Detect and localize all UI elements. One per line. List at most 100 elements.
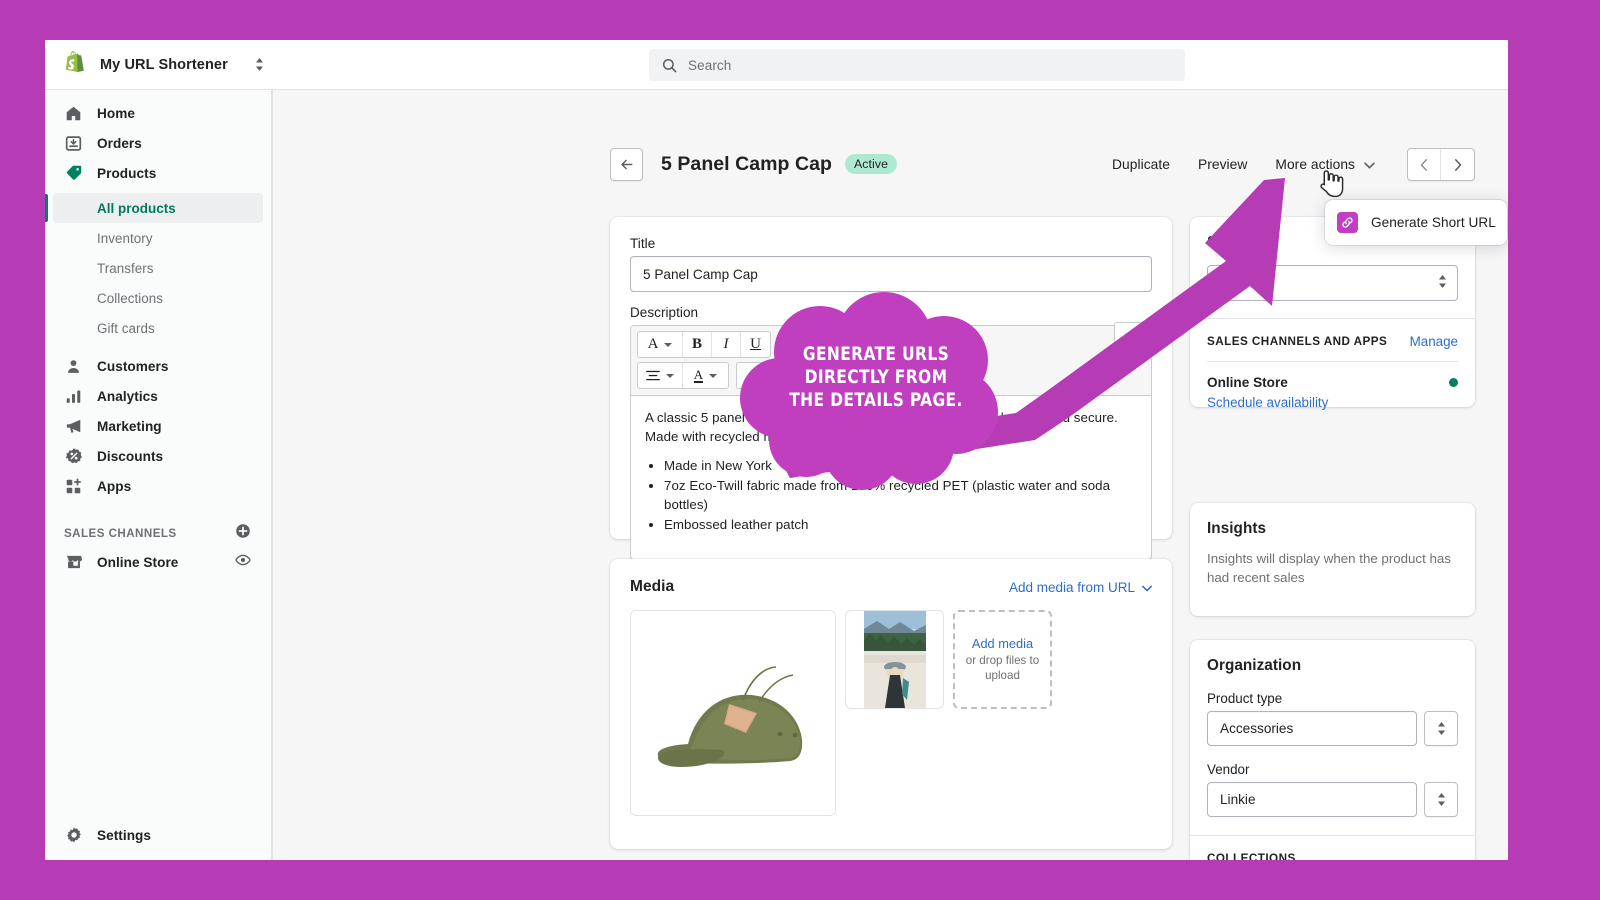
gear-icon xyxy=(64,826,83,845)
media-primary-image[interactable] xyxy=(630,610,836,816)
sidebar-subitem-label: Transfers xyxy=(97,261,154,276)
code-view-icon[interactable]: <> xyxy=(1114,322,1150,347)
main-content: 5 Panel Camp Cap Active Duplicate Previe… xyxy=(272,90,1508,860)
marketing-megaphone-icon xyxy=(64,417,83,436)
description-field-label: Description xyxy=(630,305,1152,320)
sidebar-item-inventory[interactable]: Inventory xyxy=(53,223,263,253)
next-page-button[interactable] xyxy=(1441,149,1474,180)
store-switcher[interactable]: My URL Shortener xyxy=(45,40,322,90)
sidebar-item-label: Orders xyxy=(97,136,142,151)
insert-link-icon[interactable] xyxy=(737,363,766,388)
search-icon xyxy=(662,58,677,73)
product-type-stepper[interactable] xyxy=(1424,711,1458,746)
duplicate-button[interactable]: Duplicate xyxy=(1098,151,1184,178)
sidebar-item-customers[interactable]: Customers xyxy=(53,351,263,381)
screenshot-root: My URL Shortener Search Home xyxy=(0,0,1600,900)
divider xyxy=(1190,835,1475,836)
menu-item-generate-short-url[interactable]: Generate Short URL xyxy=(1325,207,1507,238)
arrow-left-icon xyxy=(619,157,634,172)
vendor-stepper[interactable] xyxy=(1424,782,1458,817)
status-badge: Active xyxy=(845,154,897,174)
olive-green-cap-photo xyxy=(631,611,835,815)
media-thumbnail[interactable] xyxy=(845,610,944,709)
list-item: 7oz Eco-Twill fabric made from 100% recy… xyxy=(664,476,1137,515)
sidebar-item-gift-cards[interactable]: Gift cards xyxy=(53,313,263,343)
title-input[interactable]: 5 Panel Camp Cap xyxy=(630,256,1152,292)
bold-icon[interactable]: B xyxy=(683,332,712,357)
align-icon[interactable] xyxy=(638,363,683,388)
link-chain-icon xyxy=(1337,212,1358,233)
font-family-icon[interactable]: A xyxy=(638,332,683,357)
chevron-down-icon xyxy=(1364,157,1375,172)
store-name: My URL Shortener xyxy=(100,57,228,73)
store-front-icon xyxy=(64,553,83,572)
manage-link[interactable]: Manage xyxy=(1410,334,1458,349)
settings-row: Settings xyxy=(45,820,272,850)
sidebar-subitem-label: Inventory xyxy=(97,231,153,246)
add-media-link[interactable]: Add media xyxy=(972,636,1033,651)
schedule-availability-link[interactable]: Schedule availability xyxy=(1207,395,1458,410)
sidebar-item-orders[interactable]: Orders xyxy=(53,128,263,158)
sidebar-item-all-products[interactable]: All products xyxy=(53,193,263,223)
status-select[interactable]: Active xyxy=(1207,265,1458,301)
pointing-hand-cursor xyxy=(1320,168,1348,202)
list-item: Embossed leather patch xyxy=(664,515,1137,534)
code-view-glyph: <> xyxy=(1126,329,1138,341)
callout-line: DIRECTLY FROM xyxy=(785,366,967,389)
product-type-input[interactable]: Accessories xyxy=(1207,711,1417,746)
description-content[interactable]: A classic 5 panel hat with a flat brim a… xyxy=(631,396,1151,548)
prev-page-button[interactable] xyxy=(1408,149,1441,180)
status-dot-icon xyxy=(1449,378,1458,387)
underline-icon[interactable]: U xyxy=(741,332,770,357)
description-paragraph: A classic 5 panel hat with a flat brim a… xyxy=(645,408,1137,447)
italic-icon[interactable]: I xyxy=(712,332,741,357)
sidebar-item-label: Products xyxy=(97,166,156,181)
sidebar-item-apps[interactable]: Apps xyxy=(53,471,263,501)
sales-channels-heading: SALES CHANNELS xyxy=(64,527,177,540)
sidebar-subitem-label: Collections xyxy=(97,291,163,306)
updown-caret-icon xyxy=(1438,275,1447,291)
sidebar-item-label: Apps xyxy=(97,479,131,494)
list-item: Made in New York xyxy=(664,456,1137,475)
sidebar-item-label: Online Store xyxy=(97,555,178,570)
sidebar-item-products[interactable]: Products xyxy=(53,158,263,188)
circle-plus-icon[interactable] xyxy=(235,523,251,544)
sidebar-item-label: Discounts xyxy=(97,449,163,464)
sidebar-item-online-store[interactable]: Online Store xyxy=(53,547,263,577)
home-icon xyxy=(64,104,83,123)
chevron-right-icon xyxy=(1452,159,1463,171)
media-thumbnails-row: Add media or drop files to upload xyxy=(630,610,1152,816)
page-title: 5 Panel Camp Cap xyxy=(661,153,832,176)
sidebar-item-analytics[interactable]: Analytics xyxy=(53,381,263,411)
discounts-percent-icon xyxy=(64,447,83,466)
sidebar-item-marketing[interactable]: Marketing xyxy=(53,411,263,441)
product-type-label: Product type xyxy=(1207,691,1458,706)
title-field-label: Title xyxy=(630,236,1152,251)
eye-view-icon[interactable] xyxy=(235,552,251,573)
text-color-icon[interactable]: A xyxy=(683,363,728,388)
updown-caret-icon xyxy=(1437,722,1446,735)
divider xyxy=(1207,361,1458,362)
search-input[interactable]: Search xyxy=(688,58,731,73)
shopify-bag-icon xyxy=(63,51,87,78)
callout-line: GENERATE URLS xyxy=(785,343,967,366)
sidebar-item-home[interactable]: Home xyxy=(53,98,263,128)
vendor-input[interactable]: Linkie xyxy=(1207,782,1417,817)
preview-button[interactable]: Preview xyxy=(1184,151,1261,178)
sidebar-item-collections[interactable]: Collections xyxy=(53,283,263,313)
updown-caret-icon xyxy=(1437,793,1446,806)
sidebar-item-settings[interactable]: Settings xyxy=(53,820,264,850)
sidebar-subitem-label: Gift cards xyxy=(97,321,155,336)
sidebar-item-transfers[interactable]: Transfers xyxy=(53,253,263,283)
insights-card: Insights Insights will display when the … xyxy=(1190,503,1475,616)
sidebar-item-label: Customers xyxy=(97,359,168,374)
sidebar-item-label: Home xyxy=(97,106,135,121)
back-button[interactable] xyxy=(610,148,643,181)
add-media-from-url-button[interactable]: Add media from URL xyxy=(1009,580,1152,595)
status-select-value: Active xyxy=(1220,276,1257,291)
add-media-from-url-label: Add media from URL xyxy=(1009,580,1135,595)
global-search[interactable]: Search xyxy=(649,49,1185,81)
add-media-dropzone[interactable]: Add media or drop files to upload xyxy=(953,610,1052,709)
more-actions-dropdown: Generate Short URL xyxy=(1325,200,1507,245)
sidebar-item-discounts[interactable]: Discounts xyxy=(53,441,263,471)
